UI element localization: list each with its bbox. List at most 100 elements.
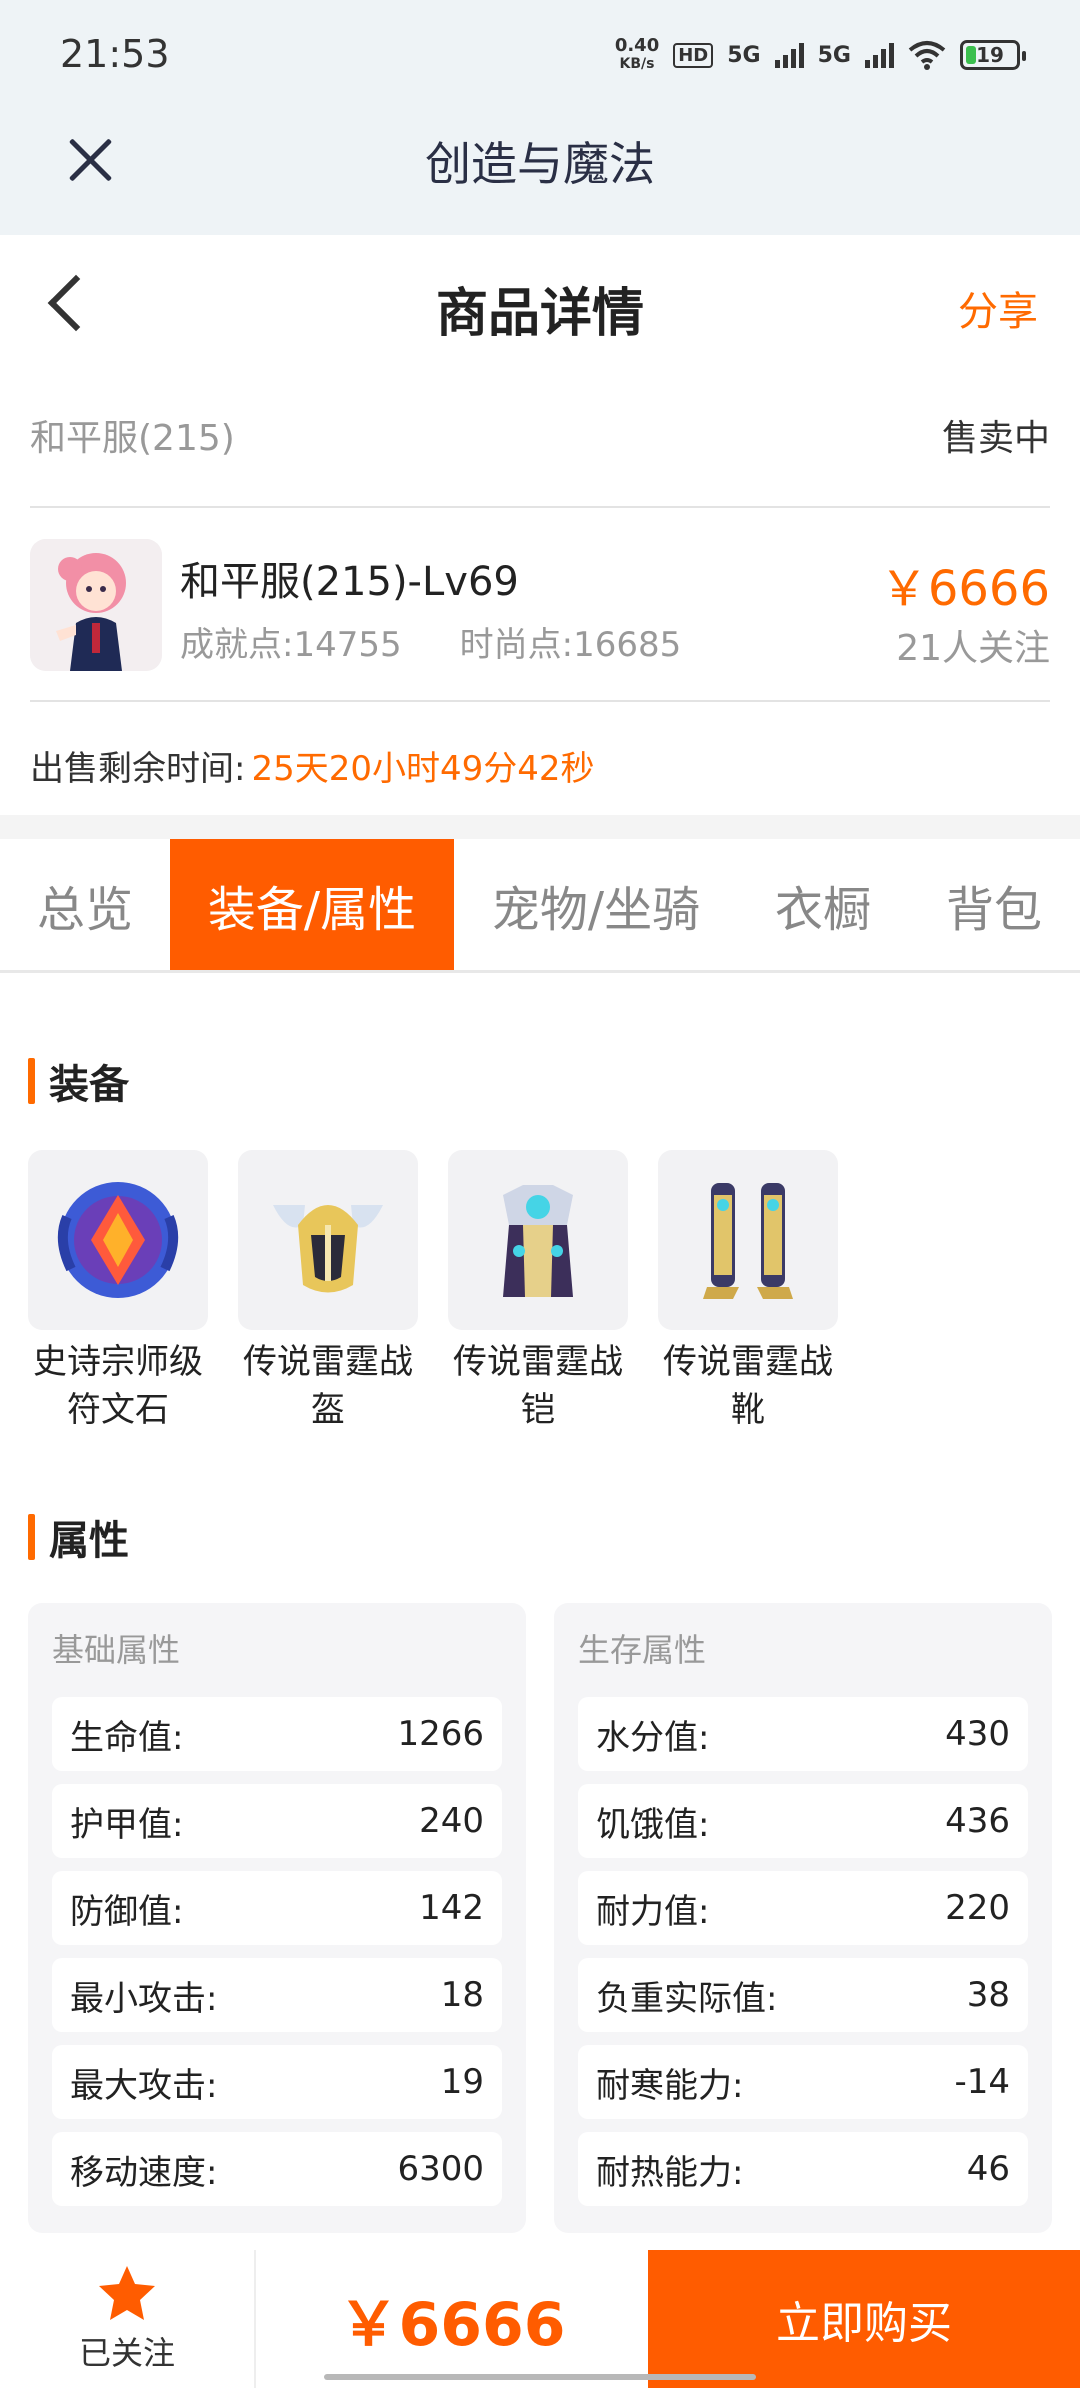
- remaining-time-label: 出售剩余时间:: [30, 748, 246, 789]
- equipment-title-text: 装备: [49, 1062, 129, 1108]
- follower-count: 21人关注: [896, 628, 1050, 669]
- app-title: 创造与魔法: [425, 137, 655, 191]
- attribute-row: 最小攻击: 18: [52, 1958, 502, 2032]
- attribute-row: 耐力值: 220: [578, 1871, 1028, 1945]
- equipment-item[interactable]: 传说雷霆战靴: [658, 1150, 838, 1434]
- divider: [30, 506, 1050, 508]
- attributes-section-title: 属性: [28, 1508, 129, 1566]
- signal-5g-label-2: 5G: [817, 42, 851, 68]
- attribute-row: 负重实际值: 38: [578, 1958, 1028, 2032]
- helmet-icon: [238, 1150, 418, 1330]
- attribute-label: 最小攻击:: [70, 1978, 218, 2019]
- attribute-value: 220: [945, 1888, 1010, 1928]
- attribute-row: 生命值: 1266: [52, 1697, 502, 1771]
- tab-equipment-attributes[interactable]: 装备/属性: [170, 839, 454, 970]
- achievement-points: 成就点:14755: [180, 625, 402, 665]
- signal-bars-icon-2: [865, 42, 894, 68]
- attribute-value: -14: [954, 2062, 1010, 2102]
- attribute-label: 耐寒能力:: [596, 2065, 744, 2106]
- attribute-label: 水分值:: [596, 1717, 710, 1758]
- tab-wardrobe[interactable]: 衣橱: [738, 839, 908, 970]
- net-speed: 0.40 KB/s: [615, 37, 659, 73]
- equipment-section-title: 装备: [28, 1052, 129, 1110]
- status-time: 21:53: [60, 32, 170, 76]
- hd-icon: HD: [673, 42, 714, 68]
- attribute-value: 436: [945, 1801, 1010, 1841]
- product-price: ￥6666: [879, 561, 1050, 617]
- rune-stone-icon: [28, 1150, 208, 1330]
- basic-attributes-title: 基础属性: [52, 1631, 181, 1669]
- attributes-title-text: 属性: [49, 1518, 129, 1564]
- equipment-item[interactable]: 传说雷霆战铠: [448, 1150, 628, 1434]
- armor-icon: [448, 1150, 628, 1330]
- attribute-label: 移动速度:: [70, 2152, 218, 2193]
- status-bar: 21:53 0.40 KB/s HD 5G 5G 19: [0, 0, 1080, 110]
- buy-now-button[interactable]: 立即购买: [648, 2250, 1080, 2388]
- divider: [30, 700, 1050, 702]
- follow-label: 已关注: [78, 2334, 175, 2372]
- attribute-label: 耐力值:: [596, 1891, 710, 1932]
- section-accent-bar: [28, 1514, 35, 1560]
- attribute-row: 水分值: 430: [578, 1697, 1028, 1771]
- net-speed-value: 0.40: [614, 35, 660, 56]
- attribute-value: 19: [440, 2062, 484, 2102]
- attribute-value: 1266: [397, 1714, 484, 1754]
- attribute-value: 240: [419, 1801, 484, 1841]
- attribute-label: 饥饿值:: [596, 1804, 710, 1845]
- wifi-icon: [908, 41, 946, 70]
- bottom-action-bar: 已关注 ￥6666 立即购买: [0, 2250, 1080, 2388]
- remaining-time-value: 25天20小时49分42秒: [251, 748, 595, 789]
- equipment-grid: 史诗宗师级符文石 传说雷霆战盔 传说雷霆战铠 传说雷霆战靴: [28, 1150, 838, 1434]
- attribute-row: 移动速度: 6300: [52, 2132, 502, 2206]
- equipment-name: 传说雷霆战铠: [453, 1342, 623, 1430]
- attribute-label: 耐热能力:: [596, 2152, 744, 2193]
- status-badge: 售卖中: [941, 418, 1050, 459]
- attribute-row: 护甲值: 240: [52, 1784, 502, 1858]
- equipment-name: 史诗宗师级符文石: [33, 1342, 203, 1430]
- star-icon: [99, 2266, 155, 2320]
- battery-level: 19: [976, 43, 1004, 67]
- product-name: 和平服(215)-Lv69: [180, 559, 519, 605]
- server-name: 和平服(215): [30, 418, 235, 459]
- page-header: 商品详情 分享: [0, 235, 1080, 370]
- attribute-value: 18: [440, 1975, 484, 2015]
- attribute-label: 护甲值:: [70, 1804, 184, 1845]
- fashion-points: 时尚点:16685: [459, 625, 682, 665]
- tab-backpack[interactable]: 背包: [908, 839, 1080, 970]
- attribute-label: 负重实际值:: [596, 1978, 778, 2019]
- page-title: 商品详情: [435, 284, 644, 344]
- product-card[interactable]: 和平服(215)-Lv69 成就点:14755 时尚点:16685 ￥6666 …: [30, 535, 1050, 675]
- avatar: [30, 539, 162, 671]
- section-accent-bar: [28, 1058, 35, 1104]
- tab-overview[interactable]: 总览: [0, 839, 170, 970]
- server-row: 和平服(215) 售卖中: [30, 405, 1050, 465]
- follow-button[interactable]: 已关注: [0, 2250, 256, 2388]
- survival-attributes-panel: 生存属性 水分值: 430 饥饿值: 436 耐力值: 220 负重实际值: 38 耐寒…: [554, 1603, 1052, 2233]
- attribute-row: 最大攻击: 19: [52, 2045, 502, 2119]
- attribute-row: 饥饿值: 436: [578, 1784, 1028, 1858]
- bottom-price: ￥6666: [338, 2289, 566, 2360]
- battery-icon: 19: [960, 40, 1026, 70]
- attribute-row: 耐寒能力: -14: [578, 2045, 1028, 2119]
- attribute-label: 生命值:: [70, 1717, 184, 1758]
- equipment-item[interactable]: 传说雷霆战盔: [238, 1150, 418, 1434]
- net-speed-unit: KB/s: [619, 56, 655, 72]
- status-icons: 0.40 KB/s HD 5G 5G 19: [615, 30, 1026, 80]
- battery-fill: [966, 46, 977, 64]
- survival-attributes-title: 生存属性: [578, 1631, 707, 1669]
- basic-attributes-panel: 基础属性 生命值: 1266 护甲值: 240 防御值: 142 最小攻击: 18 最大…: [28, 1603, 526, 2233]
- app-bar: 创造与魔法: [0, 110, 1080, 235]
- character-avatar-icon: [30, 539, 162, 671]
- remaining-time-row: 出售剩余时间: 25天20小时49分42秒: [30, 735, 595, 795]
- equipment-item[interactable]: 史诗宗师级符文石: [28, 1150, 208, 1434]
- boots-icon: [658, 1150, 838, 1330]
- equipment-name: 传说雷霆战靴: [663, 1342, 833, 1430]
- tab-pets-mounts[interactable]: 宠物/坐骑: [454, 839, 738, 970]
- home-indicator[interactable]: [324, 2374, 756, 2380]
- product-stats: 成就点:14755 时尚点:16685: [180, 617, 681, 666]
- attribute-value: 38: [966, 1975, 1010, 2015]
- attribute-value: 46: [966, 2149, 1010, 2189]
- share-button[interactable]: 分享: [958, 279, 1038, 337]
- signal-5g-label-1: 5G: [727, 42, 761, 68]
- attribute-label: 防御值:: [70, 1891, 184, 1932]
